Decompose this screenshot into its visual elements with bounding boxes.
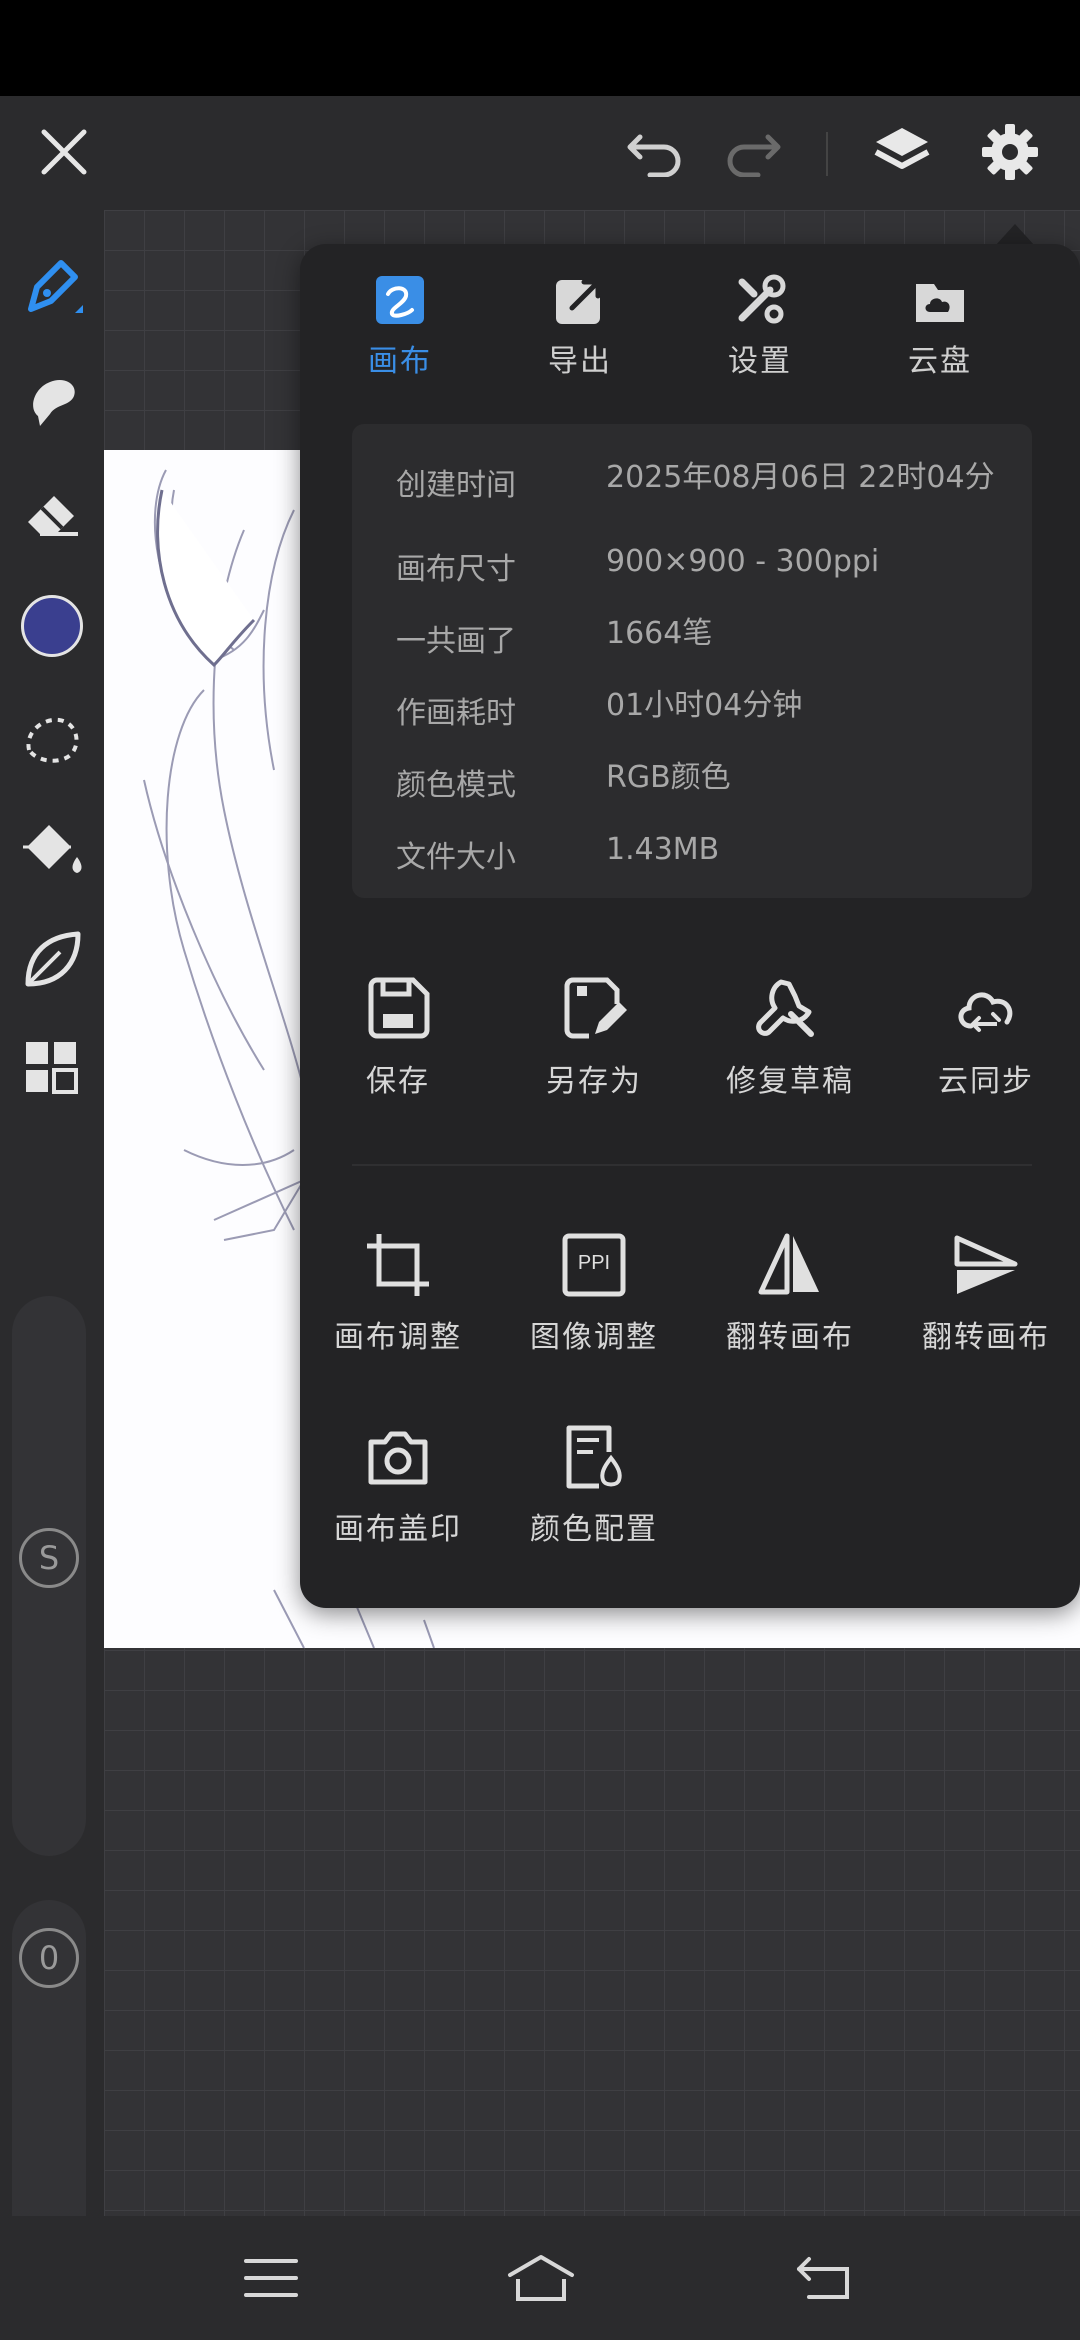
cloud-folder-icon	[914, 274, 966, 326]
info-key: 一共画了	[396, 624, 516, 659]
info-key: 作画耗时	[396, 696, 516, 731]
tab-label: 导出	[548, 344, 612, 379]
canvas-adjust-button[interactable]: 画布调整	[300, 1230, 496, 1356]
info-value: 1.43MB	[606, 832, 720, 867]
flip-vertical-button[interactable]: 翻转画布	[888, 1230, 1080, 1356]
panel-divider	[352, 1164, 1032, 1166]
tab-label: 设置	[728, 344, 792, 379]
tab-cloud-drive[interactable]: 云盘	[860, 274, 1020, 384]
wrench-icon	[755, 974, 825, 1044]
color-profile-button[interactable]: 颜色配置	[496, 1422, 692, 1548]
close-icon[interactable]	[20, 108, 108, 196]
action-label: 颜色配置	[530, 1512, 658, 1547]
panel-caret	[995, 224, 1035, 246]
gear-icon[interactable]	[966, 108, 1054, 196]
export-icon	[554, 274, 606, 326]
menu-icon[interactable]	[226, 2236, 316, 2320]
top-toolbar	[0, 96, 1080, 210]
action-label: 保存	[366, 1064, 430, 1099]
ppi-badge: PPI	[577, 1252, 611, 1274]
tab-export[interactable]: 导出	[500, 274, 660, 384]
cloud-sync-button[interactable]: 云同步	[888, 974, 1080, 1100]
redo-icon[interactable]	[708, 108, 796, 196]
crop-icon	[363, 1230, 433, 1300]
action-label: 修复草稿	[726, 1064, 854, 1099]
left-toolbar: S 0	[0, 210, 104, 2280]
action-label: 画布盖印	[334, 1512, 462, 1547]
info-value: 01小时04分钟	[606, 688, 803, 723]
canvas-icon	[374, 274, 426, 326]
grid-menu-icon[interactable]	[0, 1018, 104, 1118]
layers-icon[interactable]	[858, 108, 946, 196]
smudge-icon[interactable]	[0, 350, 104, 450]
info-key: 创建时间	[396, 468, 516, 503]
status-bar	[0, 0, 1080, 96]
color-swatch[interactable]	[0, 576, 104, 676]
canvas-stamp-button[interactable]: 画布盖印	[300, 1422, 496, 1548]
tab-label: 云盘	[908, 344, 972, 379]
info-key: 文件大小	[396, 840, 516, 875]
canvas-menu-panel: 画布 导出 设置 云盘 创建时间 2025年08月06日 22时04分 画布尺寸…	[300, 244, 1080, 1608]
opacity-button[interactable]: 0	[19, 1928, 79, 1988]
brush-size-button[interactable]: S	[19, 1528, 79, 1588]
undo-icon[interactable]	[612, 108, 700, 196]
image-adjust-button[interactable]: PPI 图像调整	[496, 1230, 692, 1356]
action-label: 画布调整	[334, 1320, 462, 1355]
action-label: 云同步	[938, 1064, 1034, 1099]
leaf-icon[interactable]	[0, 910, 104, 1010]
info-value: RGB颜色	[606, 760, 731, 795]
camera-icon	[363, 1422, 433, 1492]
fill-bucket-icon[interactable]	[0, 800, 104, 900]
flip-horizontal-icon	[755, 1230, 825, 1300]
tab-settings[interactable]: 设置	[680, 274, 840, 384]
ppi-icon: PPI	[559, 1230, 629, 1300]
save-as-button[interactable]: 另存为	[496, 974, 692, 1100]
repair-draft-button[interactable]: 修复草稿	[692, 974, 888, 1100]
cloud-sync-icon	[951, 974, 1021, 1044]
info-value: 900×900 - 300ppi	[606, 544, 880, 579]
flip-horizontal-button[interactable]: 翻转画布	[692, 1230, 888, 1356]
color-profile-icon	[559, 1422, 629, 1492]
pen-icon[interactable]	[0, 238, 104, 338]
action-label: 翻转画布	[922, 1320, 1050, 1355]
system-nav-bar	[0, 2216, 1080, 2340]
info-key: 画布尺寸	[396, 552, 516, 587]
info-value: 1664笔	[606, 616, 713, 651]
home-icon[interactable]	[496, 2236, 586, 2320]
tab-canvas[interactable]: 画布	[320, 274, 480, 384]
save-as-icon	[559, 974, 629, 1044]
save-button[interactable]: 保存	[300, 974, 496, 1100]
save-icon	[363, 974, 433, 1044]
info-value: 2025年08月06日 22时04分	[606, 460, 995, 495]
action-label: 另存为	[546, 1064, 642, 1099]
toolbar-divider	[826, 132, 828, 176]
tools-icon	[734, 274, 786, 326]
flip-vertical-icon	[951, 1230, 1021, 1300]
back-icon[interactable]	[778, 2236, 868, 2320]
tab-label: 画布	[368, 344, 432, 379]
lasso-icon[interactable]	[0, 690, 104, 790]
action-label: 图像调整	[530, 1320, 658, 1355]
info-key: 颜色模式	[396, 768, 516, 803]
eraser-icon[interactable]	[0, 464, 104, 564]
action-label: 翻转画布	[726, 1320, 854, 1355]
canvas-info-box: 创建时间 2025年08月06日 22时04分 画布尺寸 900×900 - 3…	[352, 424, 1032, 898]
